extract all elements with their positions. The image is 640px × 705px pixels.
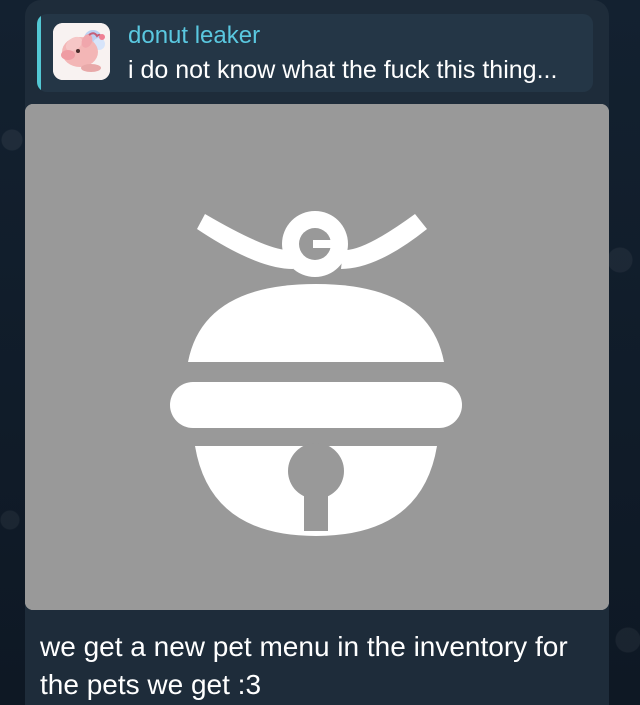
reply-preview[interactable]: donut leaker i do not know what the fuck… xyxy=(37,14,593,92)
reply-snippet: i do not know what the fuck this thing..… xyxy=(128,56,558,84)
message-text: we get a new pet menu in the inventory f… xyxy=(40,631,568,700)
reply-accent-bar xyxy=(37,14,41,92)
bell-icon xyxy=(25,104,609,610)
pig-avatar-icon xyxy=(53,23,110,80)
message-image[interactable] xyxy=(25,104,609,610)
reply-author-name: donut leaker xyxy=(128,22,261,49)
avatar[interactable] xyxy=(53,23,110,80)
message-bubble[interactable]: donut leaker i do not know what the fuck… xyxy=(25,0,609,705)
